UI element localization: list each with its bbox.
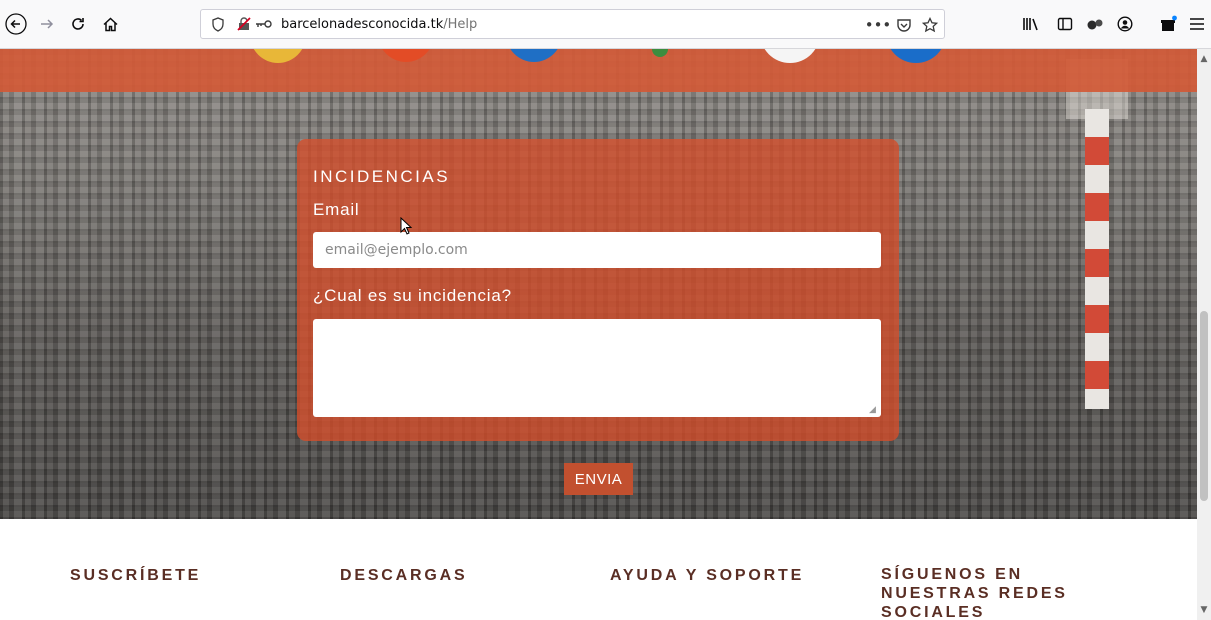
- library-icon[interactable]: [1019, 12, 1043, 36]
- footer-snippet-subscribe: [70, 614, 270, 620]
- form-title: INCIDENCIAS: [313, 167, 451, 186]
- footer-heading-downloads: DESCARGAS: [340, 567, 468, 584]
- framework-logo-icon: [886, 49, 946, 63]
- javascript-logo-icon: [760, 49, 820, 63]
- hamburger-menu-icon[interactable]: [1185, 12, 1209, 36]
- resize-grip-icon[interactable]: ◢: [869, 405, 879, 415]
- incident-textarea[interactable]: [313, 319, 881, 417]
- scroll-down-arrow-icon[interactable]: ▼: [1198, 604, 1210, 616]
- header-band: [0, 49, 1197, 92]
- url-path: /Help: [443, 17, 478, 32]
- scroll-up-arrow-icon[interactable]: ▲: [1198, 53, 1210, 65]
- email-label: Email: [313, 200, 360, 219]
- home-icon[interactable]: [98, 12, 122, 36]
- browser-toolbar: barcelonadesconocida.tk/Help •••: [0, 0, 1211, 49]
- key-icon[interactable]: [255, 15, 273, 33]
- vertical-scrollbar[interactable]: ▲ ▼: [1197, 49, 1211, 620]
- scroll-thumb[interactable]: [1200, 311, 1208, 501]
- send-button[interactable]: ENVIA: [564, 463, 633, 495]
- shield-icon[interactable]: [209, 15, 227, 33]
- incident-form: INCIDENCIAS Email ¿Cual es su incidencia…: [297, 139, 899, 441]
- nodejs-logo-icon: [652, 49, 668, 57]
- url-domain: barcelonadesconocida.tk: [281, 17, 444, 32]
- sidebar-icon[interactable]: [1053, 12, 1077, 36]
- tech-logo-icon: [250, 49, 306, 63]
- radio-tower-image: [1085, 109, 1109, 409]
- star-icon[interactable]: [919, 14, 941, 36]
- footer: SUSCRÍBETE DESCARGAS AYUDA Y SOPORTE SÍG…: [0, 519, 1197, 620]
- insecure-lock-icon[interactable]: [235, 15, 253, 33]
- gift-icon[interactable]: [1157, 12, 1181, 36]
- incident-label: ¿Cual es su incidencia?: [313, 286, 512, 305]
- css3-logo-icon: [506, 49, 562, 62]
- footer-heading-social: SÍGUENOS EN NUESTRAS REDES SOCIALES: [881, 566, 1068, 620]
- url-bar[interactable]: barcelonadesconocida.tk/Help •••: [200, 9, 945, 39]
- url-text[interactable]: barcelonadesconocida.tk/Help: [281, 17, 477, 32]
- footer-heading-subscribe: SUSCRÍBETE: [70, 567, 202, 584]
- more-icon[interactable]: •••: [865, 14, 892, 36]
- mouse-cursor-icon: [400, 217, 413, 235]
- footer-snippet-downloads[interactable]: [340, 614, 540, 620]
- forward-arrow-icon[interactable]: [35, 12, 59, 36]
- pocket-icon[interactable]: [893, 14, 915, 36]
- html5-logo-icon: [378, 49, 434, 62]
- back-arrow-icon[interactable]: [4, 12, 28, 36]
- extension-icon[interactable]: [1083, 12, 1107, 36]
- email-field[interactable]: [313, 232, 881, 268]
- footer-snippet-support[interactable]: [610, 614, 780, 620]
- footer-heading-support: AYUDA Y SOPORTE: [610, 567, 805, 584]
- page-viewport: INCIDENCIAS Email ¿Cual es su incidencia…: [0, 49, 1197, 620]
- account-icon[interactable]: [1113, 12, 1137, 36]
- reload-icon[interactable]: [66, 12, 90, 36]
